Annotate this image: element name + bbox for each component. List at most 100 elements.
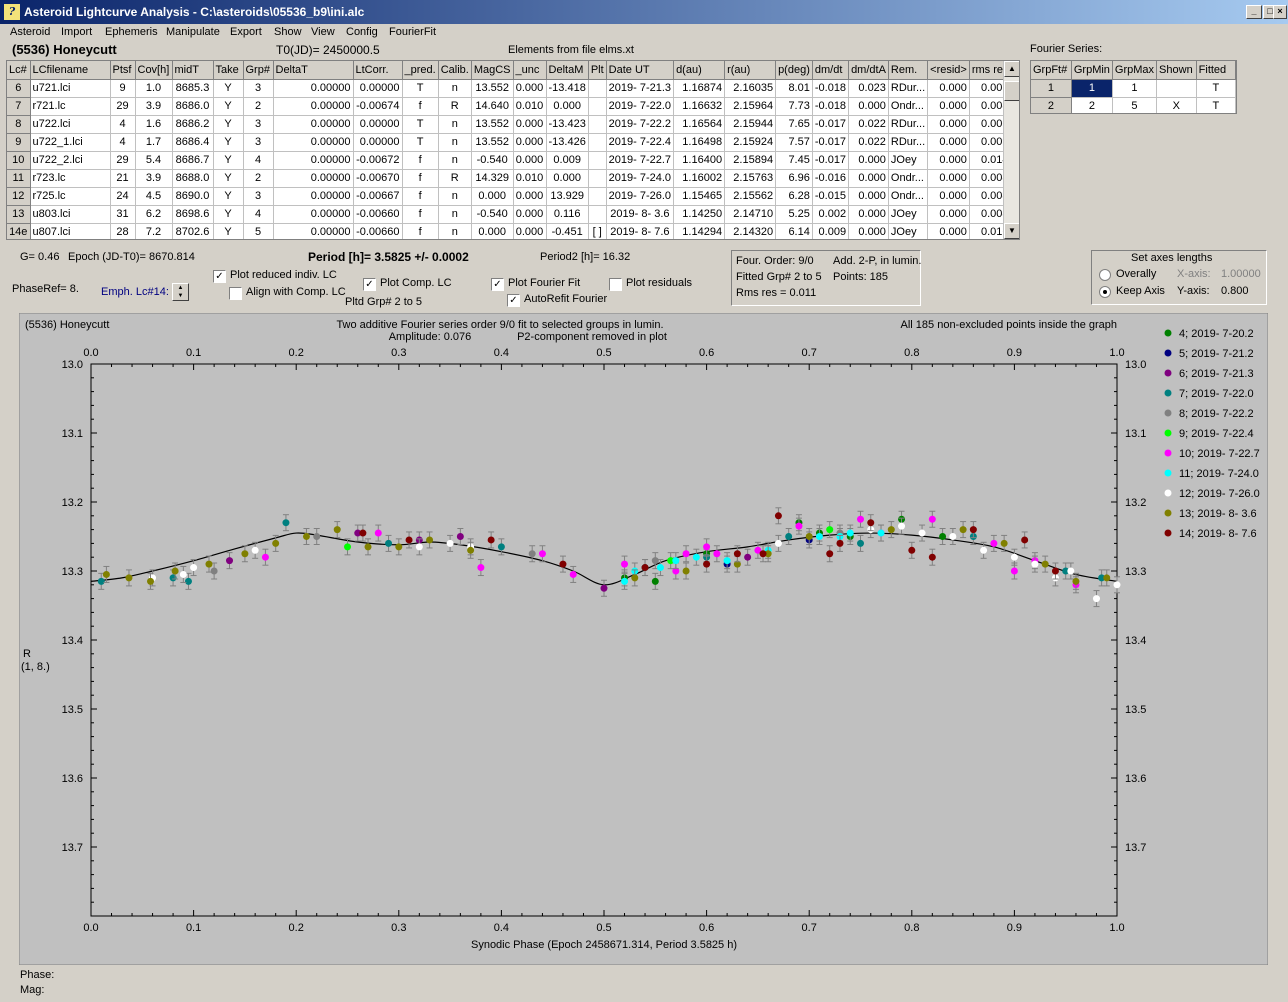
table-cell[interactable]: Y xyxy=(213,187,244,206)
table-cell[interactable] xyxy=(588,97,607,116)
column-header[interactable]: Lc# xyxy=(7,61,31,80)
emph-lc-spinner[interactable]: ▲ ▼ xyxy=(172,283,189,301)
close-button[interactable]: × xyxy=(1273,5,1287,19)
fourier-series-table[interactable]: GrpFt# GrpMin GrpMax Shown Fitted 111T225XT xyxy=(1030,60,1237,114)
table-cell[interactable]: 0.000 xyxy=(927,97,970,116)
table-row[interactable]: 9 u722_1.lci 4 1.7 8686.4 Y 3 0.00000 0.00000 Tn 1… xyxy=(7,133,1012,152)
column-header[interactable]: Plt xyxy=(588,61,607,80)
table-cell[interactable]: 0.023 xyxy=(848,79,889,98)
table-cell[interactable]: 2019- 8- 3.6 xyxy=(606,205,675,224)
align-comp-checkbox[interactable] xyxy=(229,287,242,300)
table-cell[interactable]: 2.16035 xyxy=(724,79,777,98)
table-cell[interactable]: 2019- 7-22.7 xyxy=(606,151,675,170)
table-cell[interactable]: 0.000 xyxy=(513,223,547,239)
table-cell[interactable]: 7.45 xyxy=(775,151,813,170)
table-cell[interactable]: 0.00000 xyxy=(273,205,354,224)
table-cell[interactable]: -0.00670 xyxy=(353,169,403,188)
table-cell[interactable]: 0.000 xyxy=(848,187,889,206)
menu-export[interactable]: Export xyxy=(230,26,262,38)
table-cell[interactable]: 0.000 xyxy=(513,205,547,224)
column-header[interactable]: d(au) xyxy=(673,61,726,80)
table-cell[interactable]: 0.009 xyxy=(812,223,850,239)
table-cell[interactable]: u722_2.lci xyxy=(30,151,111,170)
row-header[interactable]: 6 xyxy=(7,79,31,98)
column-header[interactable]: _unc xyxy=(513,61,547,80)
table-cell[interactable]: 0.00000 xyxy=(273,97,354,116)
table-cell[interactable]: n xyxy=(438,205,472,224)
table-cell[interactable]: 3 xyxy=(243,187,274,206)
table-cell[interactable]: -0.00674 xyxy=(353,97,403,116)
table-cell[interactable]: 0.010 xyxy=(513,97,547,116)
table-cell[interactable]: 0.002 xyxy=(812,205,850,224)
fourier-row[interactable]: 225XT xyxy=(1031,97,1236,113)
table-cell[interactable]: 0.010 xyxy=(513,169,547,188)
table-cell[interactable]: -0.017 xyxy=(812,115,850,134)
column-header[interactable]: <resid> xyxy=(927,61,970,80)
table-cell[interactable]: 0.000 xyxy=(513,187,547,206)
fourier-cell[interactable] xyxy=(1156,79,1197,98)
table-cell[interactable]: 0.022 xyxy=(848,133,889,152)
row-header[interactable]: 8 xyxy=(7,115,31,134)
table-cell[interactable]: 24 xyxy=(110,187,136,206)
table-cell[interactable]: 0.000 xyxy=(471,187,514,206)
column-header[interactable]: Calib. xyxy=(438,61,472,80)
table-cell[interactable]: -0.018 xyxy=(812,97,850,116)
column-header[interactable]: midT xyxy=(172,61,214,80)
table-cell[interactable]: T xyxy=(402,115,439,134)
table-cell[interactable] xyxy=(588,79,607,98)
table-cell[interactable]: -0.540 xyxy=(471,151,514,170)
table-cell[interactable]: 4 xyxy=(243,205,274,224)
table-cell[interactable]: JOey xyxy=(888,223,929,239)
table-cell[interactable]: 29 xyxy=(110,151,136,170)
table-scrollbar[interactable]: ▲ ▼ xyxy=(1003,61,1019,239)
table-cell[interactable]: R xyxy=(438,97,472,116)
table-cell[interactable]: 2 xyxy=(243,169,274,188)
table-cell[interactable]: 2019- 7-26.0 xyxy=(606,187,675,206)
table-cell[interactable]: 7.2 xyxy=(135,223,173,239)
table-cell[interactable]: 4 xyxy=(110,115,136,134)
table-cell[interactable]: Y xyxy=(213,115,244,134)
table-cell[interactable]: 8702.6 xyxy=(172,223,214,239)
keep-axis-radio[interactable] xyxy=(1099,286,1111,298)
table-cell[interactable]: 1.16400 xyxy=(673,151,726,170)
table-cell[interactable]: 0.00000 xyxy=(273,223,354,239)
column-header[interactable]: Take xyxy=(213,61,244,80)
scroll-up-icon[interactable]: ▲ xyxy=(1004,61,1019,77)
table-cell[interactable]: 7.73 xyxy=(775,97,813,116)
table-cell[interactable]: 0.000 xyxy=(848,169,889,188)
fourier-row-header[interactable]: 1 xyxy=(1031,79,1072,98)
column-header[interactable]: LCfilename xyxy=(30,61,111,80)
xaxis-value[interactable]: 1.00000 xyxy=(1221,268,1261,280)
row-header[interactable]: 13 xyxy=(7,205,31,224)
table-cell[interactable]: -0.016 xyxy=(812,169,850,188)
row-header[interactable]: 9 xyxy=(7,133,31,152)
table-cell[interactable]: 2019- 7-22.0 xyxy=(606,97,675,116)
table-cell[interactable]: RDur... xyxy=(888,133,929,152)
table-cell[interactable]: 3 xyxy=(243,115,274,134)
plot-fourier-checkbox[interactable]: ✓ xyxy=(491,278,504,291)
table-cell[interactable]: u722_1.lci xyxy=(30,133,111,152)
table-cell[interactable]: 2.15562 xyxy=(724,187,777,206)
table-cell[interactable]: 8690.0 xyxy=(172,187,214,206)
table-cell[interactable]: -0.017 xyxy=(812,133,850,152)
table-cell[interactable]: Ondr... xyxy=(888,187,929,206)
table-cell[interactable]: 1.0 xyxy=(135,79,173,98)
column-header[interactable]: Rem. xyxy=(888,61,929,80)
table-cell[interactable]: 0.000 xyxy=(848,205,889,224)
table-cell[interactable]: Y xyxy=(213,169,244,188)
table-cell[interactable]: -13.423 xyxy=(546,115,589,134)
table-cell[interactable]: 31 xyxy=(110,205,136,224)
column-header[interactable]: DeltaT xyxy=(273,61,354,80)
table-cell[interactable]: 1.7 xyxy=(135,133,173,152)
menu-fourierfit[interactable]: FourierFit xyxy=(389,26,436,38)
table-cell[interactable]: 6.96 xyxy=(775,169,813,188)
table-cell[interactable] xyxy=(588,169,607,188)
autorefit-checkbox[interactable]: ✓ xyxy=(507,294,520,307)
column-header[interactable]: dm/dt xyxy=(812,61,850,80)
table-cell[interactable]: -13.418 xyxy=(546,79,589,98)
table-row[interactable]: 11 r723.lc 21 3.9 8688.0 Y 2 0.00000 -0.00670 f R 1… xyxy=(7,169,1012,188)
table-cell[interactable]: 13.552 xyxy=(471,79,514,98)
table-cell[interactable]: 2.15924 xyxy=(724,133,777,152)
table-cell[interactable]: r723.lc xyxy=(30,169,111,188)
table-cell[interactable]: JOey xyxy=(888,205,929,224)
